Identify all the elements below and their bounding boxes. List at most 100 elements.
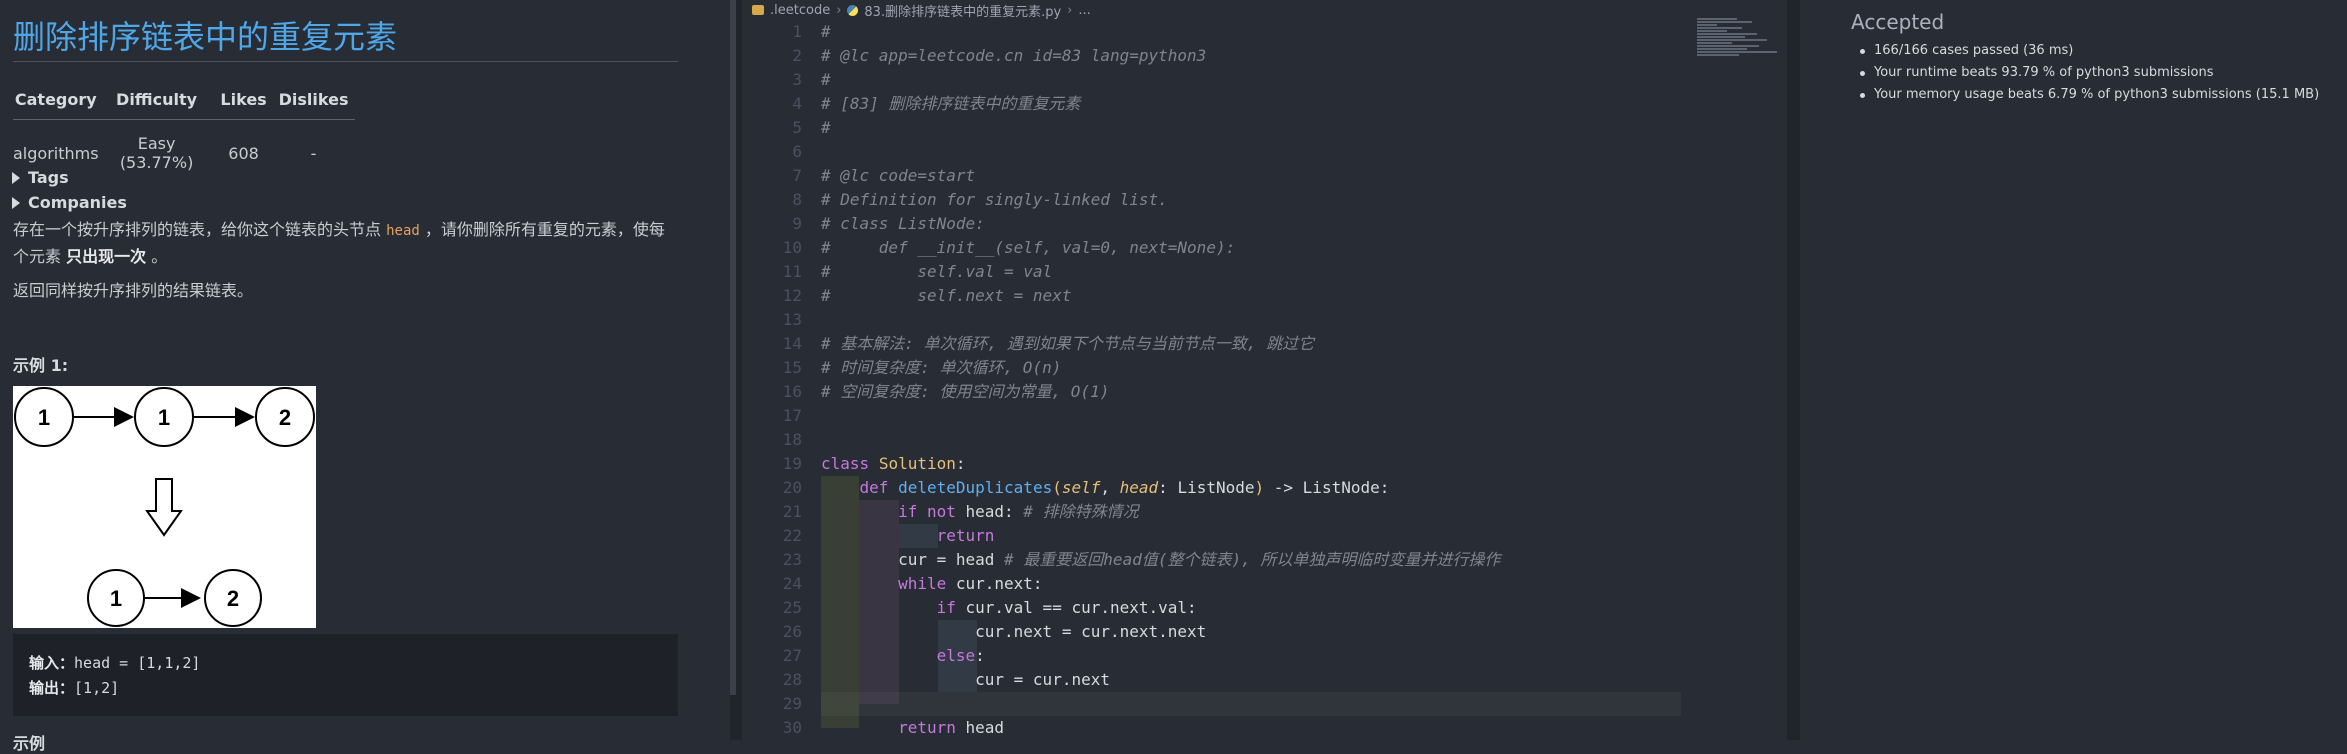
result-item: Your memory usage beats 6.79 % of python… — [1859, 84, 2319, 106]
desc-text-2: ，请你删除所有重复的元素，使每 — [419, 220, 665, 239]
param: head — [1119, 478, 1159, 497]
line-number: 12 — [782, 286, 802, 305]
node-value: 1 — [110, 586, 122, 611]
code-line: 22 return — [742, 524, 1787, 548]
code-line: 25 if cur.val == cur.next.val: — [742, 596, 1787, 620]
line-number: 3 — [792, 70, 802, 89]
line-number: 26 — [782, 622, 802, 641]
breadcrumb-file[interactable]: 83.删除排序链表中的重复元素.py — [864, 1, 1061, 20]
example-2-label: 示例 — [13, 734, 46, 753]
desc-code-head: head — [386, 223, 420, 239]
problem-title: 删除排序链表中的重复元素 — [13, 18, 398, 56]
code: cur = head — [898, 550, 1005, 569]
keyword: def — [859, 478, 889, 497]
line-number: 11 — [782, 262, 802, 281]
example-input: 输入：head = [1,1,2] — [29, 652, 200, 673]
code-line: 6 — [742, 140, 1787, 164]
line-number: 24 — [782, 574, 802, 593]
code-line: 17 — [742, 404, 1787, 428]
result-item: Your runtime beats 93.79 % of python3 su… — [1859, 62, 2319, 84]
example-output: 输出：[1,2] — [29, 677, 119, 698]
desc-text-3: 个元素 — [13, 247, 67, 266]
code-line: 11 # self.val = val — [742, 260, 1787, 284]
line-number: 2 — [792, 46, 802, 65]
down-arrow-icon — [145, 478, 183, 537]
code-line: 12 # self.next = next — [742, 284, 1787, 308]
minimap[interactable] — [1697, 18, 1782, 68]
desc-text-1: 存在一个按升序排列的链表，给你这个链表的头节点 — [13, 220, 387, 239]
line-number: 14 — [782, 334, 802, 353]
desc-bold: 只出现一次 — [66, 247, 147, 266]
code-line: 3 # — [742, 68, 1787, 92]
keyword: return — [898, 718, 956, 737]
code: cur.val == cur.next.val: — [955, 598, 1197, 617]
code: cur.next = cur.next.next — [975, 622, 1207, 641]
line-number: 4 — [792, 94, 802, 113]
code-line: 19 class Solution: — [742, 452, 1787, 476]
node-value: 1 — [38, 405, 50, 430]
line-number: 17 — [782, 406, 802, 425]
keyword: while — [898, 574, 947, 593]
node-value: 1 — [158, 405, 170, 430]
companies-label: Companies — [28, 193, 127, 212]
code-line: 29 — [742, 692, 1787, 716]
line-number: 13 — [782, 310, 802, 329]
line-number: 16 — [782, 382, 802, 401]
line-number: 6 — [792, 142, 802, 161]
meta-dislikes: - — [310, 143, 317, 163]
comment: # 时间复杂度: 单次循环, O(n) — [821, 358, 1062, 377]
code-line: 18 — [742, 428, 1787, 452]
meta-header-difficulty: Difficulty — [98, 90, 215, 120]
code-line: 8 # Definition for singly-linked list. — [742, 188, 1787, 212]
line-number: 22 — [782, 526, 802, 545]
code-line: 7 # @lc code=start — [742, 164, 1787, 188]
breadcrumb-folder[interactable]: .leetcode — [770, 3, 830, 18]
result-list: 166/166 cases passed (36 ms) Your runtim… — [1859, 40, 2319, 106]
comment: # 排除特殊情况 — [1023, 502, 1139, 521]
comment: # — [821, 70, 831, 89]
comment: # @lc app=leetcode.cn id=83 lang=python3 — [821, 46, 1207, 65]
folder-icon — [752, 5, 764, 15]
code-line: 2 # @lc app=leetcode.cn id=83 lang=python… — [742, 44, 1787, 68]
tags-toggle[interactable]: Tags — [12, 168, 69, 187]
comment: # def __init__(self, val=0, next=None): — [821, 238, 1236, 257]
result-status: Accepted — [1851, 10, 1945, 34]
line-number: 5 — [792, 118, 802, 137]
comment: # self.next = next — [821, 286, 1072, 305]
companies-toggle[interactable]: Companies — [12, 193, 127, 212]
code-line: 13 — [742, 308, 1787, 332]
line-number: 23 — [782, 550, 802, 569]
problem-description-pane: 删除排序链表中的重复元素 Category Difficulty Likes D… — [0, 0, 730, 753]
code-line: 9 # class ListNode: — [742, 212, 1787, 236]
chevron-right-icon: › — [1067, 2, 1073, 18]
example-io-block: 输入：head = [1,1,2] 输出：[1,2] — [13, 634, 678, 716]
code-line: 26 cur.next = cur.next.next — [742, 620, 1787, 644]
line-number: 30 — [782, 718, 802, 737]
output-value: [1,2] — [74, 679, 120, 697]
comment: # 空间复杂度: 使用空间为常量, O(1) — [821, 382, 1110, 401]
keyword: class — [821, 454, 870, 473]
result-item: 166/166 cases passed (36 ms) — [1859, 40, 2319, 62]
output-label: 输出： — [29, 679, 75, 697]
description-scrollbar[interactable] — [730, 0, 736, 695]
input-label: 输入： — [29, 654, 75, 672]
comment: # — [821, 22, 831, 41]
meta-header-likes: Likes — [214, 90, 273, 120]
input-value: head = [1,1,2] — [74, 654, 201, 672]
line-number: 29 — [782, 694, 802, 713]
node-value: 2 — [279, 405, 291, 430]
line-number: 28 — [782, 670, 802, 689]
submission-result-pane: Accepted 166/166 cases passed (36 ms) Yo… — [1800, 0, 2347, 740]
comment: # Definition for singly-linked list. — [821, 190, 1168, 209]
comment: # @lc code=start — [821, 166, 976, 185]
split-divider[interactable] — [1787, 0, 1800, 740]
code-line: 4 # [83] 删除排序链表中的重复元素 — [742, 92, 1787, 116]
breadcrumb-symbol[interactable]: ... — [1078, 3, 1090, 18]
chevron-right-icon: › — [836, 2, 842, 18]
line-number: 7 — [792, 166, 802, 185]
return-type: ListNode — [1302, 478, 1380, 497]
code-editor[interactable]: .leetcode › 83.删除排序链表中的重复元素.py › ... 1 # … — [742, 0, 1799, 740]
self-param: self — [1061, 478, 1101, 497]
line-number: 18 — [782, 430, 802, 449]
bottom-list: 1 2 — [87, 569, 262, 627]
